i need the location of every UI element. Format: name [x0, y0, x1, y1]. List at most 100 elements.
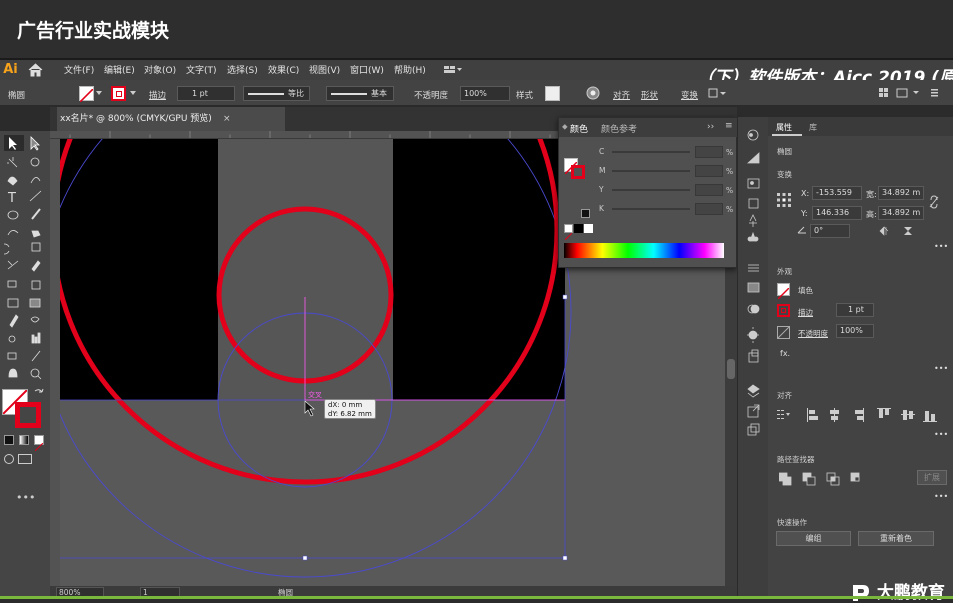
color-mode-icon[interactable] — [4, 435, 14, 445]
constrain-proportions-icon[interactable] — [928, 195, 940, 209]
scroll-thumb[interactable] — [727, 359, 735, 379]
white-swatch[interactable] — [584, 224, 593, 233]
variable-width-profile[interactable]: 等比 — [243, 86, 310, 101]
channel-k-value[interactable] — [695, 203, 723, 215]
menu-file[interactable]: 文件(F) — [64, 63, 94, 76]
panel-menu-icon[interactable]: ≡ — [725, 121, 733, 131]
tab-libraries[interactable]: 库 — [809, 122, 817, 133]
pathfinder-icons[interactable] — [779, 472, 863, 486]
tab-color-guide[interactable]: 颜色参考 — [601, 122, 637, 135]
height-field[interactable]: 34.892 m — [878, 206, 924, 220]
panel-expand-icon[interactable]: ›› — [707, 122, 714, 132]
last-color-swatch[interactable] — [581, 209, 590, 218]
group-button[interactable]: 编组 — [776, 531, 851, 546]
bounding-handle[interactable] — [302, 555, 308, 561]
panel-stroke-box[interactable] — [571, 165, 585, 179]
y-value: 146.336 — [816, 208, 850, 217]
channel-c-unit: % — [726, 148, 734, 157]
tab-properties[interactable]: 属性 — [776, 122, 792, 133]
bounding-handle[interactable] — [562, 294, 568, 300]
draw-mode-icon[interactable] — [4, 454, 14, 464]
channel-y-value[interactable] — [695, 184, 723, 196]
channel-y-unit: % — [726, 186, 734, 195]
black-swatch[interactable] — [574, 224, 583, 233]
tools-panel: T ••• — [0, 131, 50, 599]
appearance-fill-swatch[interactable] — [777, 283, 790, 300]
style-swatch[interactable] — [545, 86, 560, 101]
transform-label[interactable]: 变换 — [681, 89, 698, 101]
flip-icons[interactable] — [879, 226, 919, 236]
panel-collapse-icon[interactable]: ⬥ — [562, 122, 568, 132]
expand-button[interactable]: 扩展 — [917, 470, 947, 485]
menu-edit[interactable]: 编辑(E) — [104, 63, 135, 76]
menu-view[interactable]: 视图(V) — [309, 63, 340, 76]
more-tools-icon[interactable]: ••• — [16, 491, 35, 504]
x-field[interactable]: -153.559 — [812, 186, 862, 200]
appearance-opacity-label[interactable]: 不透明度 — [798, 328, 828, 339]
none-swatch[interactable] — [564, 224, 573, 241]
channel-y-slider[interactable] — [612, 189, 690, 191]
recolor-button-label: 重新着色 — [880, 534, 912, 543]
fill-swatch[interactable] — [79, 86, 94, 103]
dock-icons[interactable] — [746, 127, 761, 437]
gray-rect-middle[interactable] — [218, 139, 393, 400]
menu-effect[interactable]: 效果(C) — [268, 63, 299, 76]
chevron-down-icon[interactable] — [130, 91, 136, 96]
recolor-icon[interactable] — [586, 86, 600, 100]
x-label: X: — [801, 189, 810, 198]
workspace-switcher-icon[interactable] — [444, 65, 462, 75]
opacity-field[interactable]: 100% — [460, 86, 510, 101]
appearance-more-icon[interactable]: ••• — [934, 364, 948, 373]
stroke-label[interactable]: 描边 — [149, 89, 166, 101]
angle-field[interactable]: 0° — [810, 224, 850, 238]
brush-definition[interactable]: 基本 — [326, 86, 394, 101]
align-more-icon[interactable]: ••• — [934, 430, 948, 439]
shape-label[interactable]: 形状 — [641, 89, 658, 101]
height-label: 高: — [866, 210, 877, 219]
home-icon[interactable] — [28, 63, 43, 77]
appearance-stroke-label[interactable]: 描边 — [798, 307, 813, 318]
menu-type[interactable]: 文字(T) — [186, 63, 217, 76]
menu-select[interactable]: 选择(S) — [227, 63, 258, 76]
screen-mode-icon[interactable] — [18, 454, 32, 464]
recolor-button[interactable]: 重新着色 — [858, 531, 934, 546]
align-label[interactable]: 对齐 — [613, 89, 630, 101]
black-rect-right[interactable] — [393, 139, 565, 400]
channel-m-slider[interactable] — [612, 170, 690, 172]
appearance-stroke-swatch[interactable] — [777, 304, 790, 317]
transform-more-icon[interactable]: ••• — [934, 242, 948, 251]
isolate-icon[interactable] — [708, 87, 728, 99]
channel-y-label: Y — [599, 185, 604, 194]
color-spectrum[interactable] — [564, 243, 724, 258]
channel-c-slider[interactable] — [612, 151, 690, 153]
course-header: 广告行业实战模块 — [0, 0, 953, 58]
channel-k-slider[interactable] — [612, 208, 690, 210]
reference-point-icon[interactable] — [777, 193, 791, 207]
bounding-handle[interactable] — [562, 555, 568, 561]
align-icons[interactable] — [777, 408, 937, 422]
black-rect-left[interactable] — [60, 139, 218, 400]
document-tab[interactable]: xx名片* @ 800% (CMYK/GPU 预览) — [57, 107, 285, 131]
y-field[interactable]: 146.336 — [812, 206, 862, 220]
vertical-ruler[interactable] — [50, 139, 60, 586]
channel-c-value[interactable] — [695, 146, 723, 158]
fx-icon[interactable]: fx. — [780, 349, 790, 358]
stroke-swatch[interactable] — [111, 86, 126, 101]
menu-object[interactable]: 对象(O) — [144, 63, 176, 76]
appearance-stroke-weight[interactable]: 1 pt — [836, 303, 874, 317]
arrange-icons[interactable] — [879, 88, 939, 98]
stroke-weight-field[interactable]: 1 pt — [177, 86, 235, 101]
tab-color[interactable]: 颜色 — [570, 122, 588, 135]
channel-m-value[interactable] — [695, 165, 723, 177]
appearance-opacity-field[interactable]: 100% — [836, 324, 874, 338]
gradient-mode-icon[interactable] — [19, 435, 29, 445]
width-field[interactable]: 34.892 m — [878, 186, 924, 200]
pathfinder-more-icon[interactable]: ••• — [934, 492, 948, 501]
stroke-color-box[interactable] — [15, 402, 41, 428]
menu-help[interactable]: 帮助(H) — [394, 63, 426, 76]
close-tab-icon[interactable]: × — [223, 107, 231, 131]
chevron-down-icon[interactable] — [96, 91, 102, 96]
none-mode-icon[interactable] — [34, 435, 44, 452]
menu-window[interactable]: 窗口(W) — [350, 63, 384, 76]
swap-colors-icon[interactable] — [34, 388, 44, 398]
